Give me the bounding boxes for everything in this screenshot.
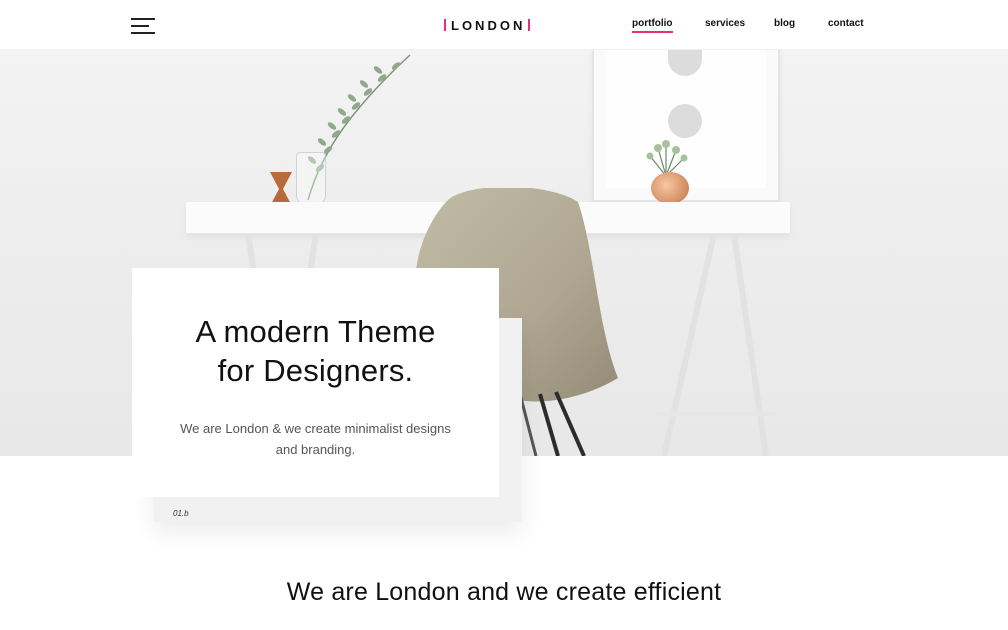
nav-portfolio[interactable]: portfolio xyxy=(632,18,673,33)
hero-title: A modern Theme for Designers. xyxy=(132,312,499,390)
hero-title-line2: for Designers. xyxy=(217,353,414,388)
intro-heading: We are London and we create efficient xyxy=(286,578,722,606)
site-header: LONDON portfolio services blog contact xyxy=(0,0,1008,50)
nav-blog[interactable]: blog xyxy=(774,18,795,29)
candle-holder xyxy=(270,156,292,206)
wall-art-dot xyxy=(668,104,702,138)
hero-card: A modern Theme for Designers. We are Lon… xyxy=(132,268,499,497)
hero-title-line1: A modern Theme xyxy=(195,314,436,349)
glass-vase xyxy=(296,152,326,204)
slide-label: 01.b xyxy=(173,509,189,518)
copper-pot xyxy=(651,172,689,204)
hero-description: We are London & we create minimalist des… xyxy=(180,421,451,457)
nav-contact[interactable]: contact xyxy=(828,18,864,29)
nav-services[interactable]: services xyxy=(705,18,745,29)
main-nav: portfolio services blog contact xyxy=(0,18,1008,38)
